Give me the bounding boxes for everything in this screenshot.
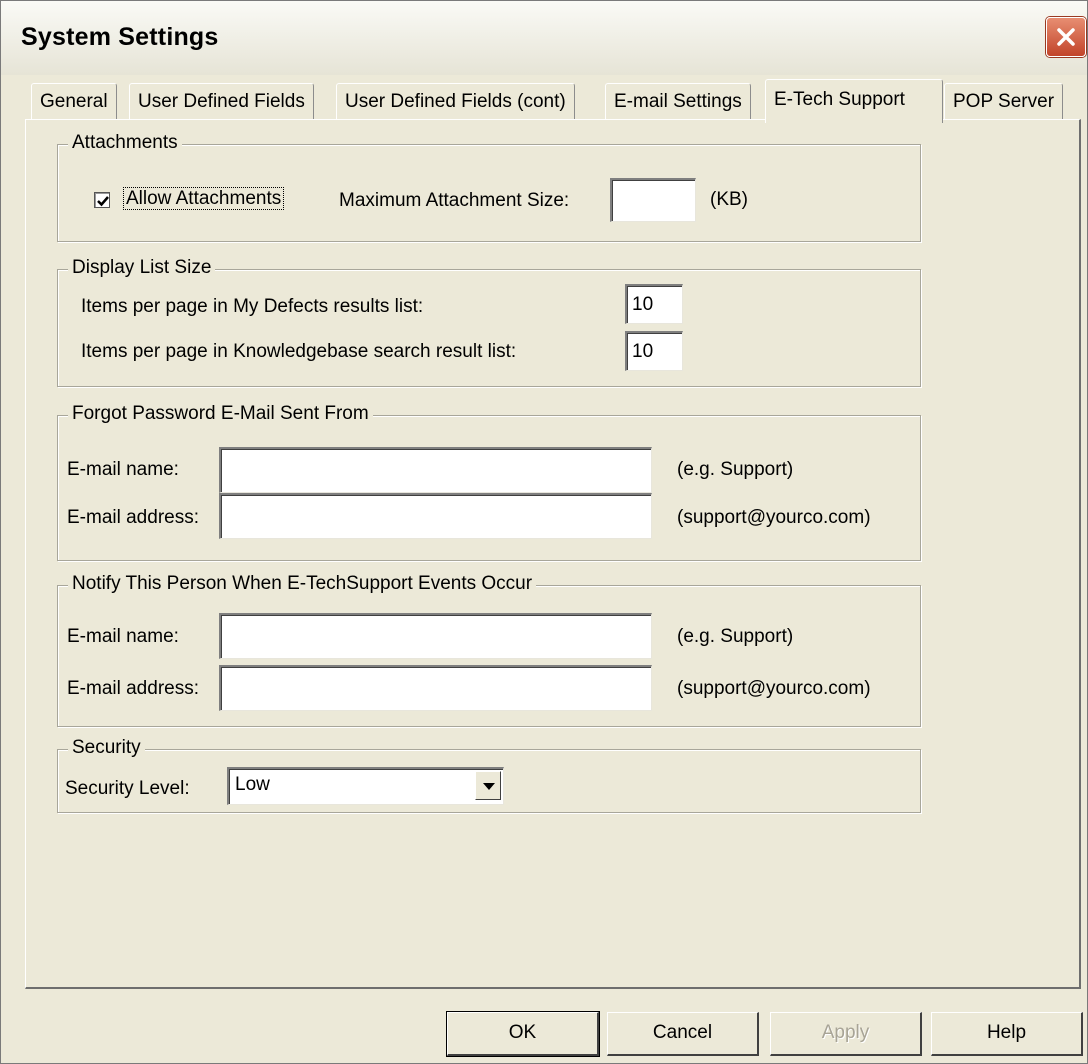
ok-button[interactable]: OK <box>447 1012 599 1056</box>
tab-label: E-mail Settings <box>614 91 742 112</box>
tab-pop-server[interactable]: POP Server <box>944 83 1064 119</box>
apply-button[interactable]: Apply <box>770 1012 922 1056</box>
tab-email-settings[interactable]: E-mail Settings <box>605 83 751 119</box>
tab-user-defined-fields-cont[interactable]: User Defined Fields (cont) <box>336 83 575 119</box>
tab-label: User Defined Fields <box>138 91 305 112</box>
close-icon <box>1057 28 1075 46</box>
system-settings-dialog: System Settings General User Defined Fie… <box>0 0 1088 1064</box>
forgot-password-legend: Forgot Password E-Mail Sent From <box>68 403 373 425</box>
forgot-email-address-input[interactable] <box>219 493 652 539</box>
kb-per-page-label: Items per page in Knowledgebase search r… <box>81 341 517 362</box>
forgot-email-name-input[interactable] <box>219 447 652 493</box>
forgot-email-address-label: E-mail address: <box>67 507 199 528</box>
notify-email-name-hint: (e.g. Support) <box>677 626 794 647</box>
security-level-dropdown-button[interactable] <box>475 771 501 800</box>
defects-per-page-label: Items per page in My Defects results lis… <box>81 296 424 317</box>
security-legend: Security <box>68 737 145 759</box>
display-list-size-legend: Display List Size <box>68 257 216 279</box>
tab-label: User Defined Fields (cont) <box>345 91 566 112</box>
kb-per-page-input[interactable] <box>625 331 683 371</box>
forgot-email-name-hint: (e.g. Support) <box>677 459 794 480</box>
notify-email-name-input[interactable] <box>219 613 652 659</box>
title-bar[interactable]: System Settings <box>1 1 1087 75</box>
notify-email-address-label: E-mail address: <box>67 678 199 699</box>
attachments-legend: Attachments <box>68 132 182 154</box>
help-button[interactable]: Help <box>931 1012 1083 1056</box>
notify-email-name-label: E-mail name: <box>67 626 179 647</box>
defects-per-page-input[interactable] <box>625 284 683 324</box>
close-button[interactable] <box>1046 17 1086 57</box>
security-level-label: Security Level: <box>65 778 190 799</box>
security-level-select[interactable]: Low <box>227 767 504 805</box>
tab-general[interactable]: General <box>31 83 117 119</box>
cancel-button[interactable]: Cancel <box>607 1012 759 1056</box>
notify-email-address-hint: (support@yourco.com) <box>677 678 871 699</box>
security-level-value: Low <box>235 774 270 795</box>
allow-attachments-label[interactable]: Allow Attachments <box>123 187 285 210</box>
display-list-size-group: Display List Size <box>57 257 921 387</box>
attachment-size-unit: (KB) <box>710 189 748 210</box>
max-attachment-size-input[interactable] <box>610 178 696 222</box>
tab-user-defined-fields[interactable]: User Defined Fields <box>129 83 314 119</box>
notify-email-address-input[interactable] <box>219 665 652 711</box>
window-title: System Settings <box>21 23 219 51</box>
forgot-email-name-label: E-mail name: <box>67 459 179 480</box>
notify-person-legend: Notify This Person When E-TechSupport Ev… <box>68 573 537 595</box>
tab-label: E-Tech Support <box>774 89 905 110</box>
allow-attachments-checkbox[interactable] <box>94 192 110 208</box>
max-attachment-size-label: Maximum Attachment Size: <box>339 190 570 211</box>
checkmark-icon <box>97 196 109 207</box>
tab-label: General <box>40 91 108 112</box>
tab-e-tech-support[interactable]: E-Tech Support <box>765 79 943 123</box>
forgot-email-address-hint: (support@yourco.com) <box>677 507 871 528</box>
chevron-down-icon <box>483 783 495 790</box>
tab-label: POP Server <box>953 91 1055 112</box>
